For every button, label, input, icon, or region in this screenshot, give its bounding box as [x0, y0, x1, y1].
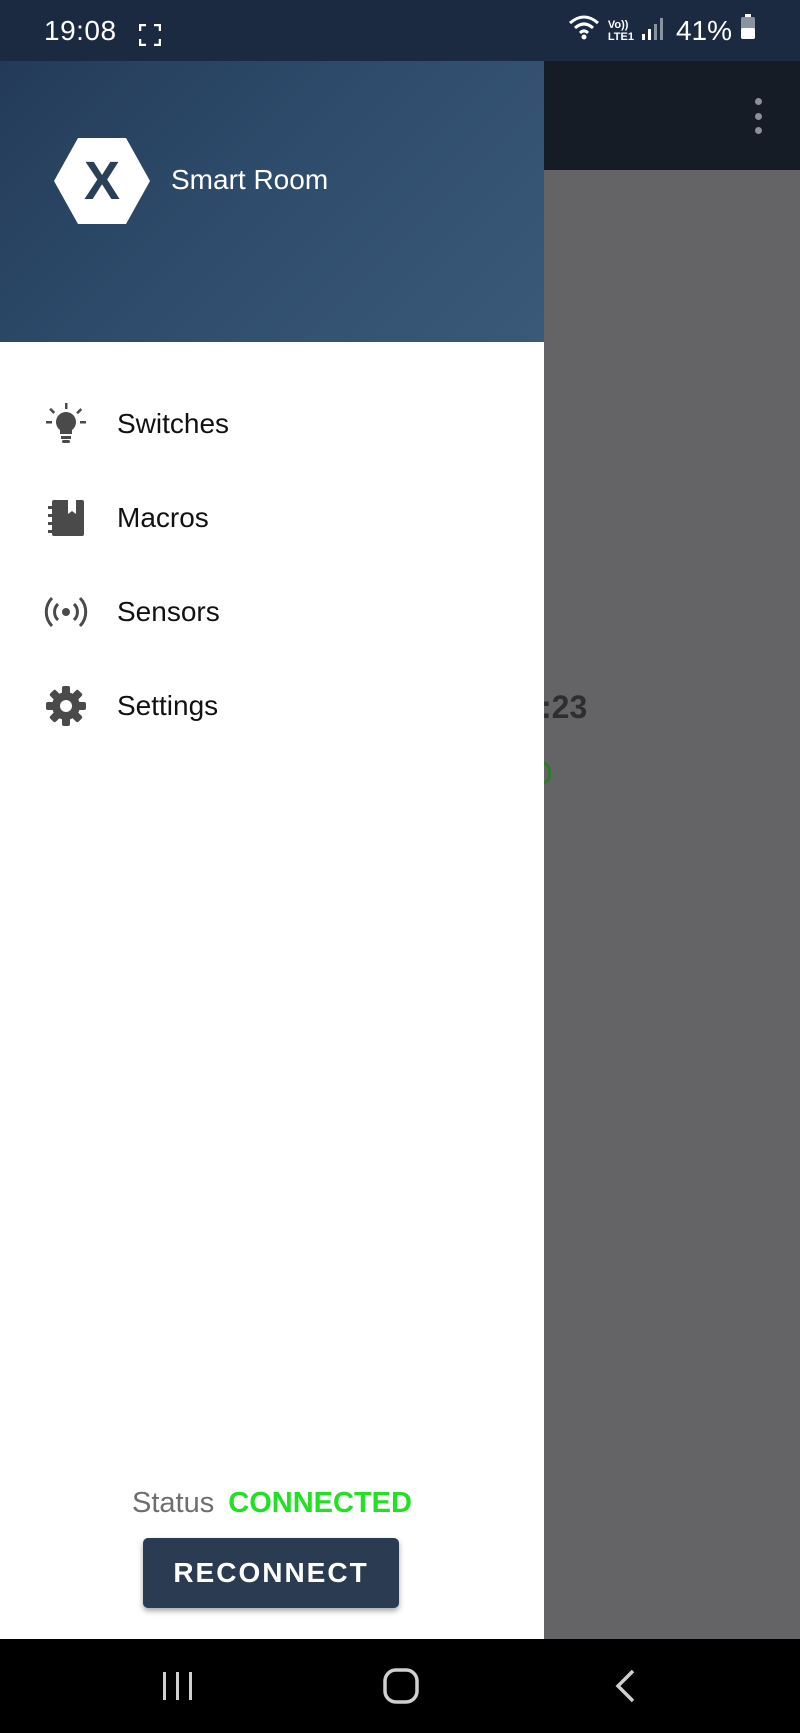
back-button[interactable]	[565, 1639, 685, 1733]
recent-apps-icon	[163, 1672, 192, 1700]
recent-apps-button[interactable]	[118, 1639, 238, 1733]
sensor-broadcast-icon	[42, 588, 90, 636]
connection-status: Status CONNECTED	[0, 1487, 544, 1520]
status-value: CONNECTED	[228, 1487, 412, 1519]
status-label: Status	[132, 1487, 215, 1519]
volte-label: Vo))	[607, 18, 629, 31]
gear-icon	[42, 682, 90, 730]
menu-item-sensors[interactable]: Sensors	[0, 565, 544, 659]
menu-item-label: Switches	[117, 408, 230, 439]
status-icons: Vo)) LTE1 41%	[568, 14, 756, 47]
drawer-header: X Smart Room	[0, 61, 544, 342]
volte-lte-indicator: Vo)) LTE1	[608, 19, 634, 43]
drawer-menu: Switches Macros Sensors Settings	[0, 377, 544, 753]
menu-item-label: Macros	[117, 502, 209, 533]
lightbulb-icon	[42, 400, 90, 448]
svg-text:X: X	[84, 151, 120, 211]
home-icon	[383, 1668, 419, 1704]
battery-icon	[740, 14, 756, 47]
overflow-menu-icon[interactable]	[750, 98, 766, 134]
menu-item-label: Settings	[117, 690, 219, 721]
wifi-icon	[568, 14, 600, 47]
status-bar: 19:08 Vo)) LTE1 41%	[0, 0, 800, 61]
app-logo: X	[52, 136, 152, 226]
menu-item-label: Sensors	[117, 596, 220, 627]
screenshot-frame-icon	[138, 21, 161, 46]
status-time: 19:08	[44, 14, 117, 46]
reconnect-button[interactable]: RECONNECT	[143, 1538, 399, 1608]
background-time-text: :23	[541, 689, 588, 725]
battery-percent: 41%	[675, 14, 732, 46]
home-button[interactable]	[341, 1639, 461, 1733]
app-name: Smart Room	[171, 164, 329, 195]
lte-label: LTE1	[607, 30, 634, 43]
macros-book-icon	[42, 494, 90, 542]
back-icon	[615, 1669, 635, 1703]
system-nav-bar	[0, 1639, 800, 1733]
navigation-drawer: X Smart Room Switches Macros Sensors Set…	[0, 61, 544, 1639]
menu-item-switches[interactable]: Switches	[0, 377, 544, 471]
menu-item-settings[interactable]: Settings	[0, 659, 544, 753]
menu-item-macros[interactable]: Macros	[0, 471, 544, 565]
signal-icon	[641, 15, 664, 47]
